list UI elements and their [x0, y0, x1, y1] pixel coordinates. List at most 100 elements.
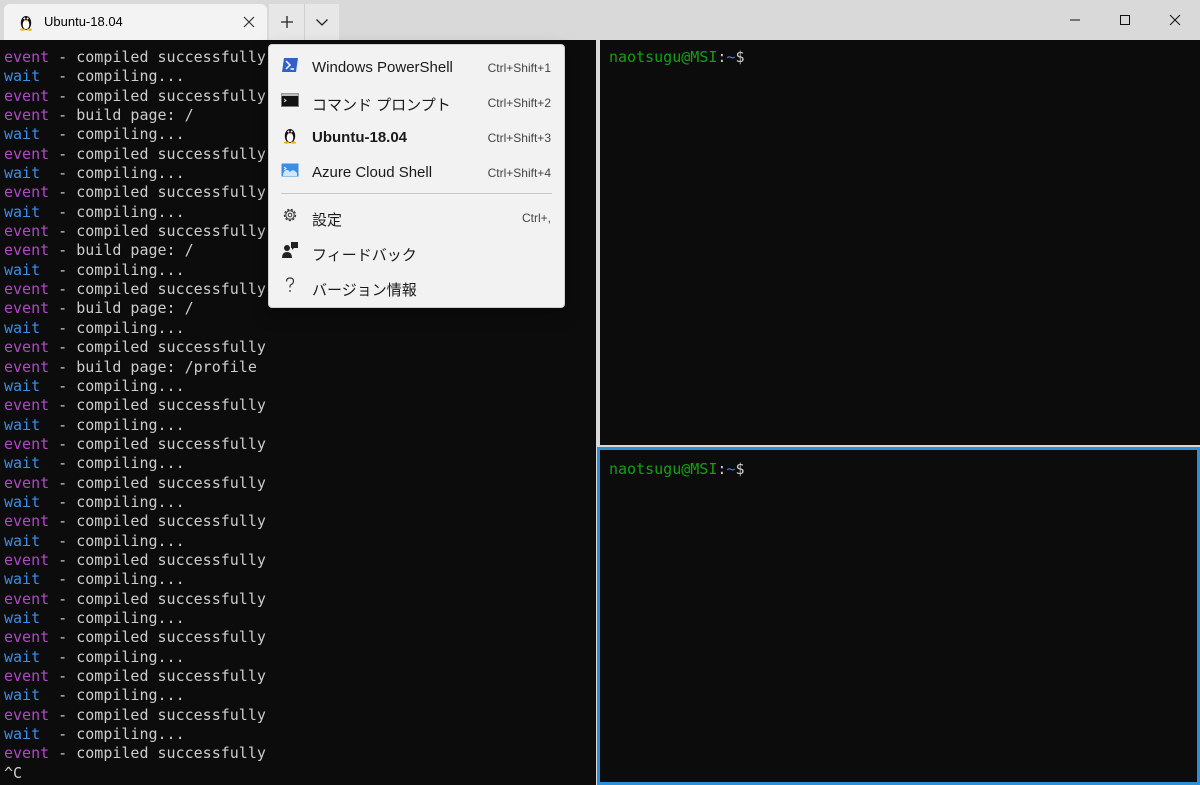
- prompt-symbol: $: [735, 460, 745, 478]
- log-message: - compiling...: [40, 531, 185, 550]
- new-tab-button[interactable]: [269, 4, 304, 40]
- log-message: - compiled successfully: [49, 589, 266, 608]
- log-level: wait: [4, 67, 41, 86]
- log-level: event: [4, 473, 50, 492]
- log-line: wait - compiling...: [4, 609, 419, 628]
- log-line: event - compiled successfully: [4, 551, 419, 570]
- log-line: event - build page: /profile: [4, 358, 419, 377]
- log-line: wait - compiling...: [4, 454, 419, 473]
- log-message: - compiling...: [40, 725, 185, 744]
- menu-item-about[interactable]: バージョン情報: [269, 268, 564, 303]
- interrupt-line: ^C: [4, 763, 23, 782]
- log-line: event - compiled successfully: [4, 396, 419, 415]
- log-level: event: [4, 241, 50, 260]
- log-level: event: [4, 106, 50, 125]
- log-message: - compiling...: [40, 376, 185, 395]
- log-message: - compiled successfully: [49, 628, 266, 647]
- log-level: event: [4, 744, 50, 763]
- terminal-pane-top-right[interactable]: naotsugu@MSI:~$: [600, 40, 1200, 445]
- log-level: event: [4, 183, 50, 202]
- log-level: event: [4, 705, 50, 724]
- log-message: - compiling...: [40, 318, 185, 337]
- log-level: event: [4, 48, 50, 66]
- log-level: event: [4, 338, 50, 357]
- log-line: event - compiled successfully: [4, 667, 419, 686]
- log-line: event - compiled successfully: [4, 512, 419, 531]
- log-message: - build page: /: [49, 106, 194, 125]
- title-bar[interactable]: Ubuntu-18.04: [0, 0, 1200, 40]
- log-level: wait: [4, 608, 41, 627]
- terminal-pane-bottom-right[interactable]: naotsugu@MSI:~$: [597, 447, 1200, 785]
- menu-item-label: フィードバック: [312, 247, 417, 264]
- menu-item-command-prompt[interactable]: コマンド プロンプト Ctrl+Shift+2: [269, 83, 564, 118]
- log-line: event - compiled successfully: [4, 474, 419, 493]
- log-line: event - compiled successfully: [4, 628, 419, 647]
- log-message: - compiling...: [40, 454, 185, 473]
- log-level: wait: [4, 318, 41, 337]
- log-message: - compiled successfully: [49, 512, 266, 531]
- log-level: wait: [4, 492, 41, 511]
- menu-item-settings[interactable]: 設定 Ctrl+,: [269, 198, 564, 233]
- log-message: - compiling...: [40, 125, 185, 144]
- minimize-button[interactable]: [1050, 0, 1100, 40]
- minimize-icon: [1070, 19, 1080, 21]
- tab-ubuntu[interactable]: Ubuntu-18.04: [4, 4, 267, 40]
- log-level: event: [4, 434, 50, 453]
- log-line: wait - compiling...: [4, 570, 419, 589]
- tab-title: Ubuntu-18.04: [44, 14, 123, 29]
- log-message: - compiling...: [40, 647, 185, 666]
- menu-item-feedback[interactable]: フィードバック: [269, 233, 564, 268]
- maximize-button[interactable]: [1100, 0, 1150, 40]
- log-message: - compiling...: [40, 492, 185, 511]
- prompt-user: naotsugu@MSI: [609, 460, 718, 478]
- menu-item-shortcut: Ctrl+Shift+1: [487, 61, 551, 75]
- menu-item-shortcut: Ctrl+Shift+2: [487, 96, 551, 110]
- log-level: event: [4, 222, 50, 241]
- menu-item-label: Azure Cloud Shell: [312, 164, 433, 181]
- log-level: wait: [4, 725, 41, 744]
- menu-item-label: 設定: [312, 212, 343, 229]
- log-line: event - compiled successfully: [4, 435, 419, 454]
- profile-dropdown-button[interactable]: [304, 4, 339, 40]
- prompt-symbol: $: [735, 48, 745, 66]
- log-message: - build page: /: [49, 299, 194, 318]
- log-line: event - compiled successfully: [4, 338, 419, 357]
- log-line: wait - compiling...: [4, 416, 419, 435]
- menu-separator: [281, 193, 552, 194]
- log-level: event: [4, 280, 50, 299]
- log-message: - compiled successfully: [49, 144, 266, 163]
- menu-item-label: Windows PowerShell: [312, 59, 453, 76]
- menu-item-ubuntu[interactable]: Ubuntu-18.04 Ctrl+Shift+3: [269, 118, 564, 153]
- log-line: wait - compiling...: [4, 648, 419, 667]
- close-tab-icon[interactable]: [241, 14, 257, 30]
- feedback-icon: [282, 242, 298, 258]
- close-window-button[interactable]: [1150, 0, 1200, 40]
- command-prompt-icon: [281, 93, 299, 107]
- log-line: event - compiled successfully: [4, 706, 419, 725]
- log-message: - compiled successfully: [49, 183, 266, 202]
- menu-item-windows-powershell[interactable]: Windows PowerShell Ctrl+Shift+1: [269, 48, 564, 83]
- log-line: wait - compiling...: [4, 532, 419, 551]
- log-level: wait: [4, 164, 41, 183]
- log-message: - build page: /: [49, 241, 194, 260]
- log-line: wait - compiling...: [4, 319, 419, 338]
- log-message: - compiled successfully: [49, 222, 266, 241]
- log-message: - compiling...: [40, 415, 185, 434]
- log-level: wait: [4, 125, 41, 144]
- log-level: event: [4, 667, 50, 685]
- log-message: - compiled successfully: [49, 280, 266, 299]
- prompt-user: naotsugu@MSI: [609, 48, 718, 66]
- terminal-output-top-right: naotsugu@MSI:~$: [609, 48, 744, 67]
- menu-item-label: コマンド プロンプト: [312, 97, 451, 114]
- log-level: wait: [4, 202, 41, 221]
- tux-icon: [19, 16, 33, 31]
- log-message: - compiling...: [40, 202, 185, 221]
- log-level: wait: [4, 686, 41, 705]
- log-line: wait - compiling...: [4, 377, 419, 396]
- log-line: wait - compiling...: [4, 493, 419, 512]
- profile-dropdown-menu: Windows PowerShell Ctrl+Shift+1 コマンド プロン…: [268, 44, 565, 308]
- log-line: wait - compiling...: [4, 686, 419, 705]
- menu-item-shortcut: Ctrl+,: [521, 211, 551, 225]
- menu-item-azure-cloud-shell[interactable]: Azure Cloud Shell Ctrl+Shift+4: [269, 153, 564, 188]
- log-level: event: [4, 357, 50, 376]
